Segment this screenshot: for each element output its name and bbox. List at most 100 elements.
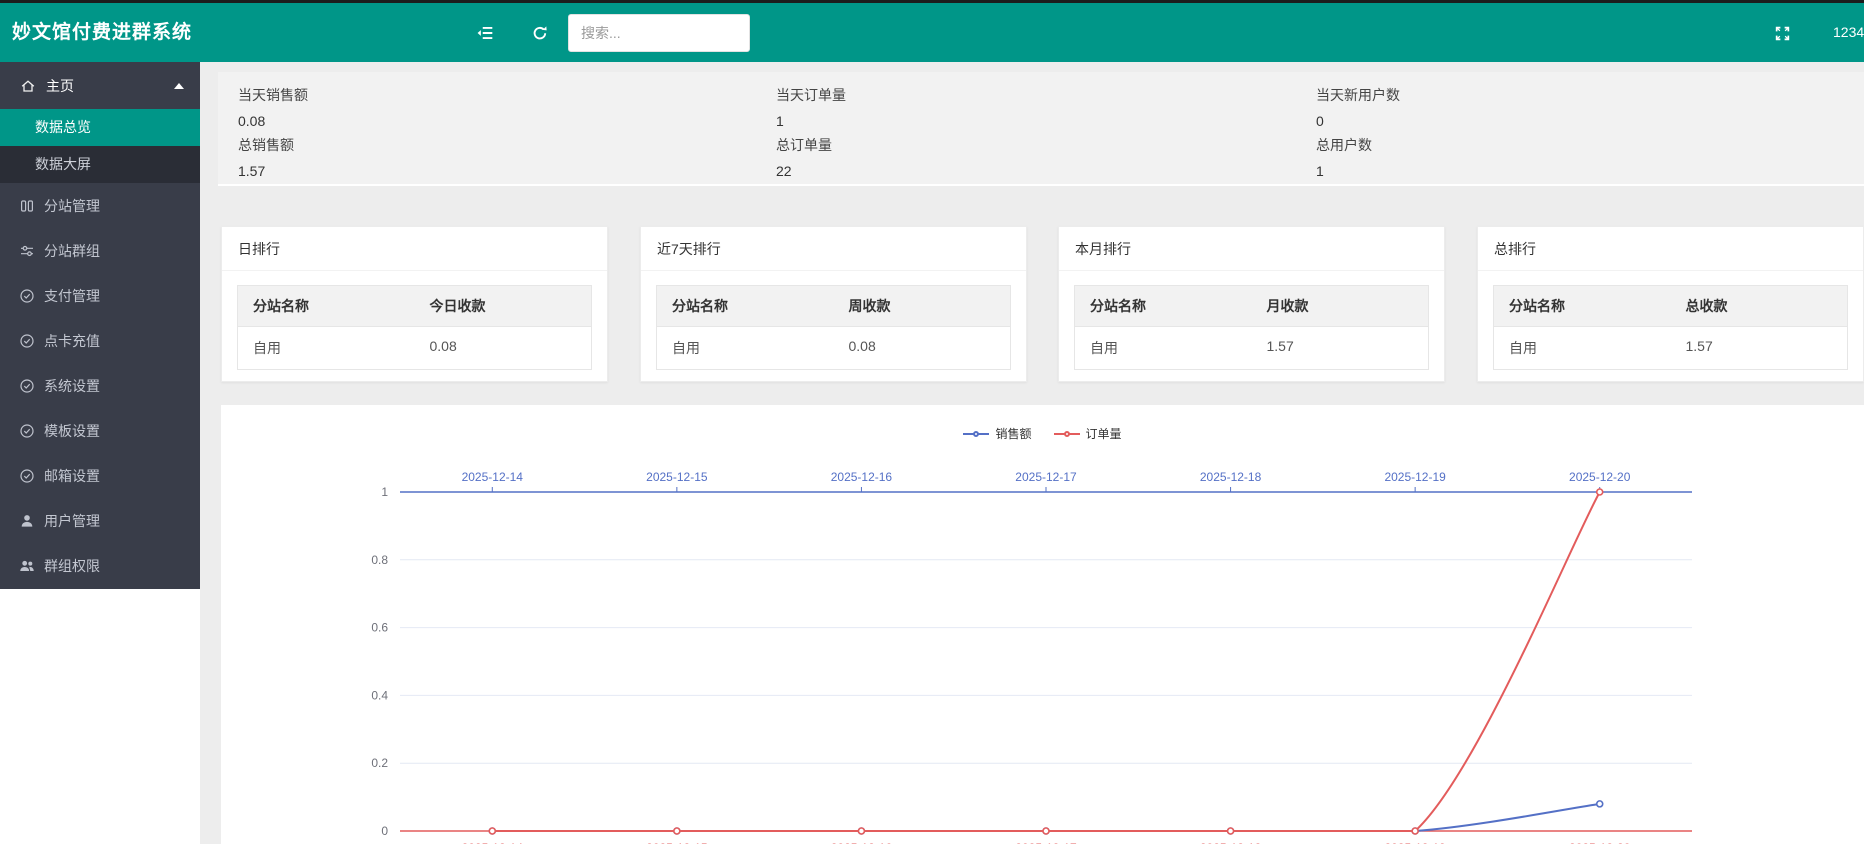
ranking-table: 分站名称 周收款 自用 0.08 xyxy=(656,285,1011,370)
stat-value: 22 xyxy=(776,163,1196,179)
table-row: 自用 0.08 xyxy=(238,327,591,369)
sliders-icon xyxy=(18,243,35,259)
sidebar-item-substation-groups[interactable]: 分站群组 xyxy=(0,228,200,273)
svg-text:2025-12-15: 2025-12-15 xyxy=(646,470,708,484)
home-icon xyxy=(20,78,36,94)
stat-today-new-users: 当天新用户数 0 xyxy=(1316,85,1736,129)
cell-amount: 1.57 xyxy=(1671,327,1848,369)
ranking-card-title: 总排行 xyxy=(1478,227,1863,271)
sidebar-item-system-settings[interactable]: 系统设置 xyxy=(0,363,200,408)
sidebar-item-label: 群组权限 xyxy=(44,556,100,576)
sidebar-subitem-data-overview[interactable]: 数据总览 xyxy=(0,109,200,146)
sidebar-item-substation-manage[interactable]: 分站管理 xyxy=(0,183,200,228)
refresh-icon xyxy=(531,24,549,42)
column-header-site-name: 分站名称 xyxy=(1075,286,1252,326)
sidebar-item-label: 主页 xyxy=(46,76,74,96)
sidebar-item-label: 分站群组 xyxy=(44,241,100,261)
cell-amount: 1.57 xyxy=(1252,327,1429,369)
collapse-menu-icon xyxy=(476,24,494,42)
cell-site-name: 自用 xyxy=(1075,327,1252,369)
stat-label: 当天新用户数 xyxy=(1316,85,1736,105)
stat-today-sales: 当天销售额 0.08 xyxy=(238,85,658,129)
svg-text:2025-12-17: 2025-12-17 xyxy=(1015,470,1077,484)
sidebar-subitem-data-screen[interactable]: 数据大屏 xyxy=(0,146,200,183)
sales-orders-line-chart: 00.20.40.60.812025-12-142025-12-142025-1… xyxy=(221,405,1864,844)
ranking-card-total: 总排行 分站名称 总收款 自用 1.57 xyxy=(1477,226,1864,382)
sidebar-item-label: 用户管理 xyxy=(44,511,100,531)
column-header-site-name: 分站名称 xyxy=(657,286,834,326)
svg-text:0.6: 0.6 xyxy=(371,621,388,635)
sidebar-item-email-settings[interactable]: 邮箱设置 xyxy=(0,453,200,498)
stat-value: 1 xyxy=(776,113,1196,129)
fullscreen-button[interactable] xyxy=(1769,20,1795,46)
legend-line-marker xyxy=(963,433,989,435)
header-bar: 妙文馆付费进群系统 12345 xyxy=(0,3,1864,62)
sidebar-item-template-settings[interactable]: 模板设置 xyxy=(0,408,200,453)
user-icon xyxy=(18,513,35,529)
legend-line-marker xyxy=(1054,433,1080,435)
app-title: 妙文馆付费进群系统 xyxy=(12,3,192,62)
ranking-table: 分站名称 月收款 自用 1.57 xyxy=(1074,285,1429,370)
chart-legend: 销售额 订单量 xyxy=(221,425,1864,442)
ranking-card-daily: 日排行 分站名称 今日收款 自用 0.08 xyxy=(221,226,608,382)
svg-text:2025-12-14: 2025-12-14 xyxy=(462,470,524,484)
table-row: 自用 1.57 xyxy=(1075,327,1428,369)
sidebar-item-label: 模板设置 xyxy=(44,421,100,441)
sidebar-item-payment-manage[interactable]: 支付管理 xyxy=(0,273,200,318)
sidebar-item-card-recharge[interactable]: 点卡充值 xyxy=(0,318,200,363)
columns-icon xyxy=(18,198,35,214)
column-header-amount: 月收款 xyxy=(1252,286,1429,326)
ranking-table-header: 分站名称 总收款 xyxy=(1494,286,1847,327)
sidebar-item-label: 分站管理 xyxy=(44,196,100,216)
search-box xyxy=(568,14,750,52)
svg-text:0: 0 xyxy=(381,824,388,838)
column-header-amount: 今日收款 xyxy=(415,286,592,326)
stat-label: 当天销售额 xyxy=(238,85,658,105)
table-row: 自用 1.57 xyxy=(1494,327,1847,369)
sidebar-item-group-permissions[interactable]: 群组权限 xyxy=(0,543,200,588)
svg-text:2025-12-20: 2025-12-20 xyxy=(1569,470,1631,484)
chart-card: 销售额 订单量 00.20.40.60.812025-12-142025-12-… xyxy=(221,405,1864,844)
stat-label: 总用户数 xyxy=(1316,135,1736,155)
cell-site-name: 自用 xyxy=(657,327,834,369)
stat-value: 0 xyxy=(1316,113,1736,129)
badge-check-icon xyxy=(18,333,35,349)
stat-total-users: 总用户数 1 xyxy=(1316,135,1736,179)
ranking-card-title: 本月排行 xyxy=(1059,227,1444,271)
ranking-table-header: 分站名称 月收款 xyxy=(1075,286,1428,327)
cell-site-name: 自用 xyxy=(238,327,415,369)
sidebar-item-label: 邮箱设置 xyxy=(44,466,100,486)
svg-text:2025-12-18: 2025-12-18 xyxy=(1200,470,1262,484)
legend-item-sales[interactable]: 销售额 xyxy=(963,425,1031,442)
stat-label: 当天订单量 xyxy=(776,85,1196,105)
legend-label: 销售额 xyxy=(995,425,1031,442)
stat-value: 0.08 xyxy=(238,113,658,129)
legend-item-orders[interactable]: 订单量 xyxy=(1054,425,1122,442)
column-header-amount: 周收款 xyxy=(834,286,1011,326)
stat-label: 总销售额 xyxy=(238,135,658,155)
search-input[interactable] xyxy=(569,15,749,51)
ranking-table-header: 分站名称 周收款 xyxy=(657,286,1010,327)
badge-check-icon xyxy=(18,378,35,394)
badge-check-icon xyxy=(18,288,35,304)
ranking-card-month: 本月排行 分站名称 月收款 自用 1.57 xyxy=(1058,226,1445,382)
sidebar: 主页 数据总览 数据大屏 分站管理 分站群组 支付管理 xyxy=(0,62,200,589)
ranking-card-title: 近7天排行 xyxy=(641,227,1026,271)
svg-text:2025-12-19: 2025-12-19 xyxy=(1384,470,1446,484)
sidebar-item-user-manage[interactable]: 用户管理 xyxy=(0,498,200,543)
chevron-up-icon xyxy=(174,83,184,89)
table-row: 自用 0.08 xyxy=(657,327,1010,369)
ranking-table: 分站名称 总收款 自用 1.57 xyxy=(1493,285,1848,370)
header-username[interactable]: 12345 xyxy=(1833,3,1864,62)
svg-text:0.8: 0.8 xyxy=(371,553,388,567)
sidebar-item-home[interactable]: 主页 xyxy=(0,62,200,109)
stat-value: 1.57 xyxy=(238,163,658,179)
ranking-table: 分站名称 今日收款 自用 0.08 xyxy=(237,285,592,370)
ranking-card-title: 日排行 xyxy=(222,227,607,271)
sidebar-subitem-label: 数据总览 xyxy=(35,119,91,135)
collapse-menu-button[interactable] xyxy=(472,20,498,46)
refresh-button[interactable] xyxy=(527,20,553,46)
svg-text:1: 1 xyxy=(381,485,388,499)
ranking-card-7days: 近7天排行 分站名称 周收款 自用 0.08 xyxy=(640,226,1027,382)
stat-today-orders: 当天订单量 1 xyxy=(776,85,1196,129)
